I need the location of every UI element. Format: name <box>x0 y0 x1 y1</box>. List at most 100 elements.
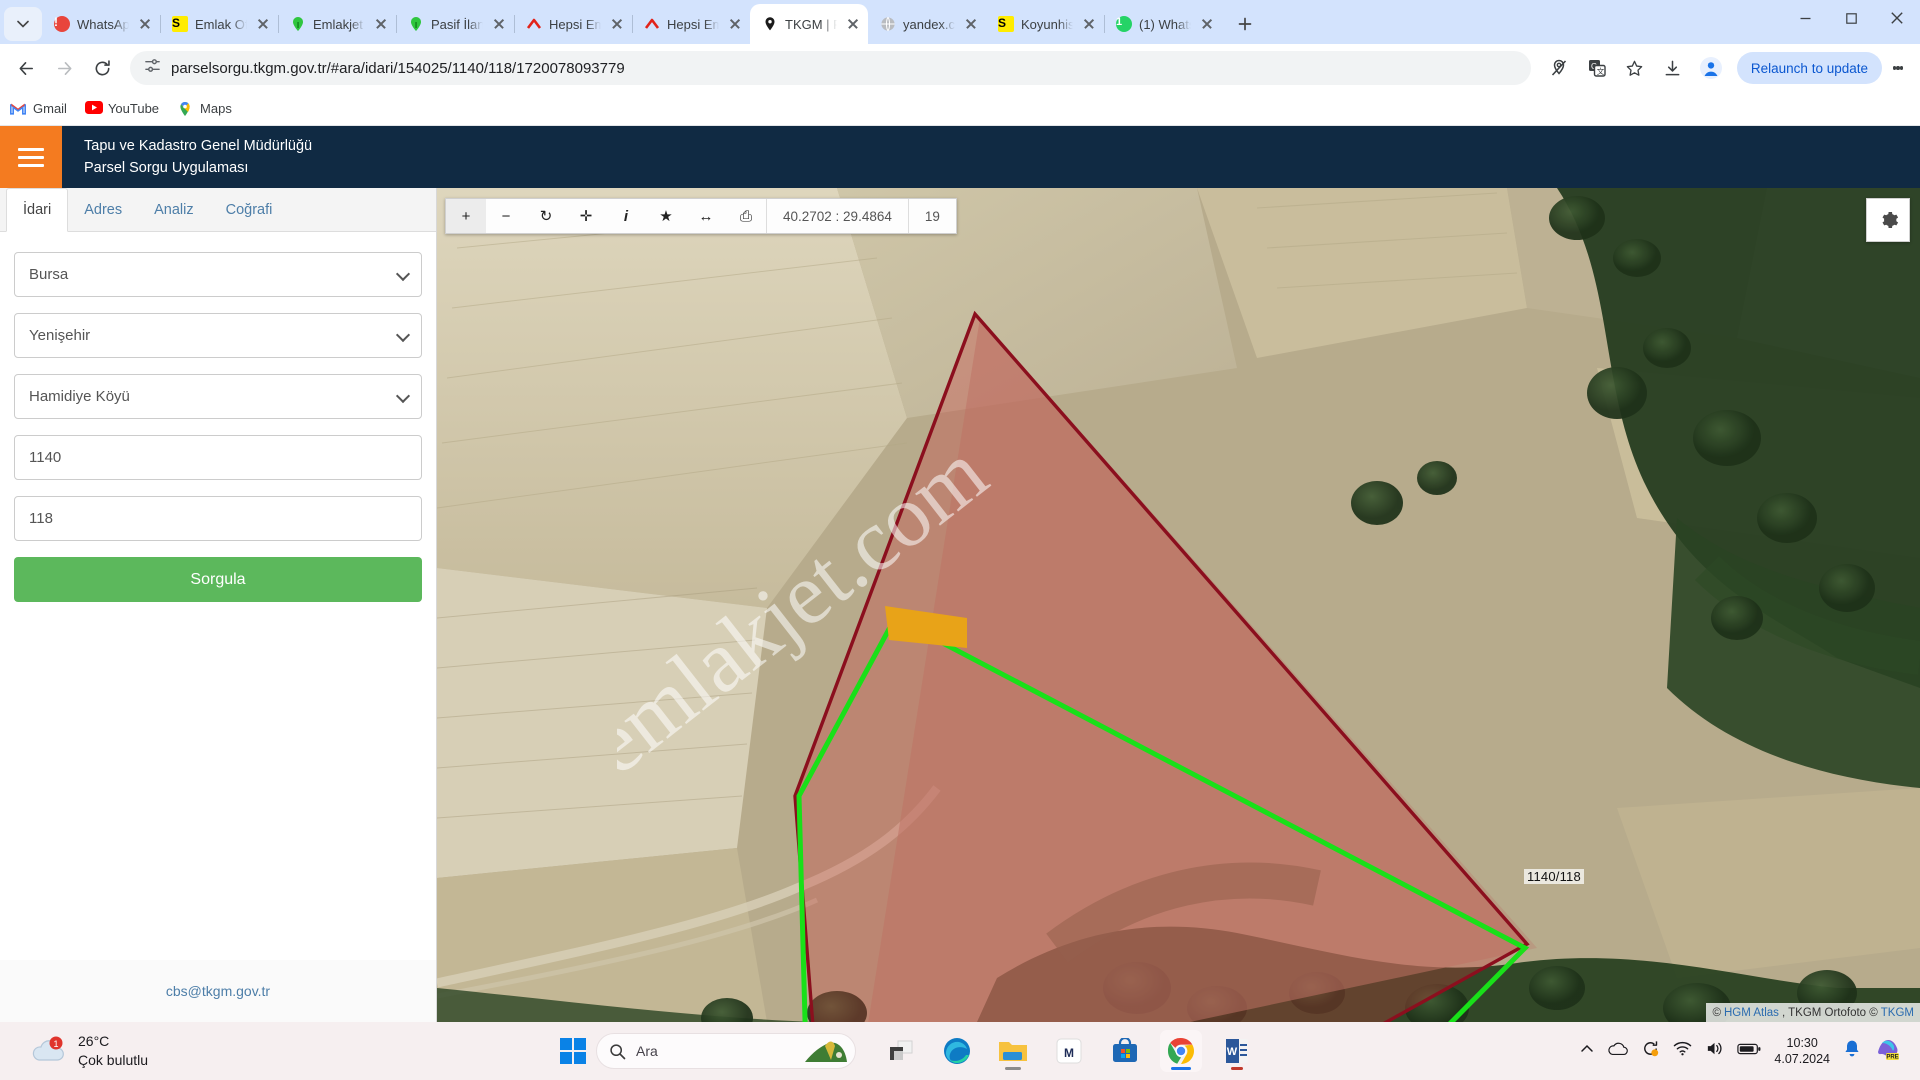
zoom-out-button[interactable]: − <box>486 199 526 233</box>
attribution-tkgm-link[interactable]: TKGM <box>1881 1007 1914 1019</box>
copilot-icon[interactable]: PRE <box>1874 1036 1902 1067</box>
maximize-button[interactable] <box>1828 0 1874 36</box>
edge-icon[interactable] <box>936 1030 978 1072</box>
map-settings-button[interactable] <box>1866 198 1910 242</box>
tab-close-button[interactable] <box>962 15 980 33</box>
word-icon[interactable]: W <box>1216 1030 1258 1072</box>
wifi-icon[interactable] <box>1673 1040 1692 1062</box>
taskbar-weather-widget[interactable]: 1 26°C Çok bulutlu <box>0 1032 560 1070</box>
ada-input[interactable]: 1140 <box>14 435 422 480</box>
taskview-icon[interactable] <box>880 1030 922 1072</box>
tab-close-button[interactable] <box>1198 15 1216 33</box>
relaunch-to-update-button[interactable]: Relaunch to update <box>1736 52 1882 84</box>
mahalle-select[interactable]: Hamidiye Köyü <box>14 374 422 419</box>
windows-taskbar: 1 26°C Çok bulutlu Ara M W 10:30 4.07.20… <box>0 1022 1920 1080</box>
zoom-in-button[interactable]: + <box>446 199 486 233</box>
browser-tab-4[interactable]: Hepsi Emla <box>514 4 633 44</box>
address-bar[interactable]: parselsorgu.tkgm.gov.tr/#ara/idari/15402… <box>130 51 1531 85</box>
bookmark-star-button[interactable] <box>1617 50 1653 86</box>
il-select[interactable]: Bursa <box>14 252 422 297</box>
mi-app-icon[interactable]: M <box>1048 1030 1090 1072</box>
show-hidden-icons-button[interactable] <box>1579 1041 1595 1062</box>
sorgula-button[interactable]: Sorgula <box>14 557 422 602</box>
battery-icon[interactable] <box>1737 1042 1761 1061</box>
tab-close-button[interactable] <box>726 15 744 33</box>
browser-tab-7[interactable]: yandex.co <box>868 4 986 44</box>
refresh-button[interactable]: ↻ <box>526 199 566 233</box>
url-text[interactable]: parselsorgu.tkgm.gov.tr/#ara/idari/15402… <box>171 60 1517 77</box>
tab-close-button[interactable] <box>608 15 626 33</box>
browser-tab-5[interactable]: Hepsi Emla <box>632 4 751 44</box>
parcel-number-label: 1140/118 <box>1524 869 1584 884</box>
close-window-button[interactable] <box>1874 0 1920 36</box>
browser-tab-9[interactable]: 1 (1) WhatsA <box>1104 4 1222 44</box>
print-button[interactable]: ⎙ <box>726 199 766 233</box>
bookmark-maps[interactable]: Maps <box>177 101 232 117</box>
taskbar-search-box[interactable]: Ara <box>596 1033 856 1069</box>
taskbar-center: Ara M W <box>560 1030 1258 1072</box>
measure-button[interactable]: ↔ <box>686 199 726 233</box>
favorite-button[interactable]: ★ <box>646 199 686 233</box>
microsoft-store-icon[interactable] <box>1104 1030 1146 1072</box>
tab-close-button[interactable] <box>136 15 154 33</box>
bookmark-youtube[interactable]: YouTube <box>84 100 159 117</box>
reload-button[interactable] <box>84 50 120 86</box>
chrome-menu-button[interactable] <box>1884 50 1912 86</box>
ilce-select[interactable]: Yenişehir <box>14 313 422 358</box>
tab-close-button[interactable] <box>490 15 508 33</box>
onedrive-icon[interactable] <box>1608 1041 1629 1062</box>
site-settings-icon[interactable] <box>144 57 161 79</box>
tab-cografi[interactable]: Coğrafi <box>210 188 289 231</box>
chevron-down-icon <box>17 20 29 28</box>
minimize-button[interactable] <box>1782 0 1828 36</box>
back-button[interactable] <box>8 50 44 86</box>
translate-button[interactable]: G文 <box>1579 50 1615 86</box>
locate-button[interactable]: ✛ <box>566 199 606 233</box>
file-explorer-icon[interactable] <box>992 1030 1034 1072</box>
profile-button[interactable] <box>1693 50 1729 86</box>
notifications-bell-icon[interactable] <box>1843 1039 1861 1063</box>
chevron-down-icon <box>395 388 411 404</box>
contact-email-link[interactable]: cbs@tkgm.gov.tr <box>166 983 270 999</box>
app-title-line2: Parsel Sorgu Uygulaması <box>84 160 249 176</box>
clock-time: 10:30 <box>1786 1036 1818 1050</box>
sidebar-footer: cbs@tkgm.gov.tr <box>0 960 436 1022</box>
tab-close-button[interactable] <box>844 15 862 33</box>
browser-tab-8[interactable]: S Koyunhisa <box>986 4 1105 44</box>
windows-update-icon[interactable] <box>1641 1039 1660 1063</box>
emlakjet-pin-icon <box>408 16 424 32</box>
tab-search-button[interactable] <box>4 7 42 41</box>
menu-hamburger-icon[interactable] <box>0 126 62 188</box>
new-tab-button[interactable] <box>1228 7 1262 41</box>
chrome-icon[interactable] <box>1160 1030 1202 1072</box>
browser-tab-6-active[interactable]: TKGM | Par <box>750 4 868 44</box>
volume-icon[interactable] <box>1705 1040 1724 1062</box>
browser-tab-3[interactable]: Pasif İlanla <box>396 4 515 44</box>
parsel-input[interactable]: 118 <box>14 496 422 541</box>
tab-close-button[interactable] <box>1080 15 1098 33</box>
tab-title: Hepsi Emla <box>549 16 601 32</box>
info-button[interactable]: i <box>606 199 646 233</box>
emlakjet-pin-icon <box>290 16 306 32</box>
coordinates-readout: 40.2702 : 29.4864 <box>766 199 908 233</box>
bookmark-gmail[interactable]: Gmail <box>10 101 67 117</box>
start-button[interactable] <box>560 1038 586 1064</box>
tab-list: ! WhatsApp S Emlak Ofis Emlakjet P <box>42 4 1782 44</box>
browser-tab-2[interactable]: Emlakjet P <box>278 4 397 44</box>
tab-analiz[interactable]: Analiz <box>138 188 210 231</box>
minimize-icon <box>1800 17 1810 19</box>
tab-close-button[interactable] <box>254 15 272 33</box>
svg-text:M: M <box>1064 1046 1074 1060</box>
forward-button[interactable] <box>46 50 82 86</box>
browser-tab-1[interactable]: S Emlak Ofis <box>160 4 279 44</box>
taskbar-clock[interactable]: 10:30 4.07.2024 <box>1774 1035 1830 1067</box>
location-blocked-button[interactable] <box>1541 50 1577 86</box>
location-blocked-icon <box>1551 59 1566 76</box>
attribution-hgm-atlas-link[interactable]: HGM Atlas <box>1724 1007 1779 1019</box>
browser-tab-0[interactable]: ! WhatsApp <box>42 4 161 44</box>
tab-adres[interactable]: Adres <box>68 188 138 231</box>
tab-idari[interactable]: İdari <box>6 188 69 232</box>
tab-close-button[interactable] <box>372 15 390 33</box>
map-viewport[interactable]: emlakjet.com + − ↻ ✛ i ★ ↔ ⎙ 40.2702 : 2… <box>437 188 1920 1022</box>
downloads-button[interactable] <box>1655 50 1691 86</box>
